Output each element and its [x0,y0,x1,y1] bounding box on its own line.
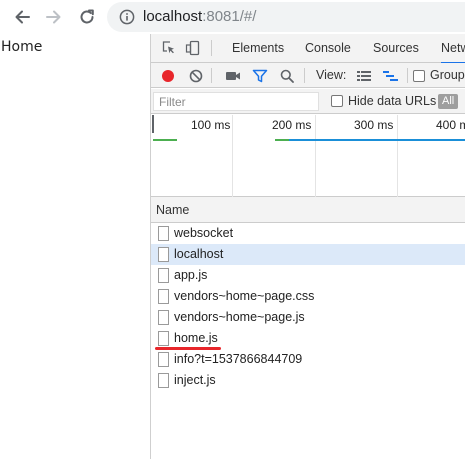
timeline-request-bar [153,139,177,141]
inspect-element-icon[interactable] [161,40,177,56]
forward-arrow-icon [46,10,61,24]
request-name: info?t=1537866844709 [174,352,303,366]
document-icon [158,247,169,262]
ctrl-separator [211,68,212,83]
timeline-request-bar [289,139,465,141]
timeline-request-bar [275,139,289,141]
devtools-tab-bar: Elements Console Sources Netw [151,34,465,64]
forward-button[interactable] [42,5,66,29]
network-filter-bar: Hide data URLs All [151,89,465,114]
large-rows-toggle[interactable] [356,68,372,84]
url-host: localhost [143,8,203,25]
record-button[interactable] [160,68,176,84]
timeline-tick-label: 400 m [436,118,465,132]
hide-data-urls-checkbox[interactable] [331,95,343,107]
request-name: inject.js [174,373,216,387]
request-name: vendors~home~page.css [174,289,315,303]
filter-field[interactable] [153,92,319,111]
document-icon [158,373,169,388]
clear-icon [189,69,203,83]
address-bar[interactable]: localhost:8081/#/ [107,2,465,32]
ctrl-separator [304,68,305,83]
timeline-start-marker [152,115,154,133]
filter-input[interactable] [154,93,318,111]
document-icon [158,226,169,241]
browser-toolbar: localhost:8081/#/ [0,0,465,34]
document-icon [158,310,169,325]
reload-icon [80,9,94,24]
filter-toggle-button[interactable] [252,68,268,84]
timeline-gridline [232,115,233,197]
network-overview-timeline: 100 ms 200 ms 300 ms 400 m [151,115,465,197]
search-button[interactable] [279,68,295,84]
url-path: :8081/#/ [202,8,257,25]
group-by-frame-checkbox[interactable] [413,70,425,82]
info-icon[interactable] [119,9,135,25]
request-row[interactable]: app.js [151,265,465,286]
waterfall-overview-toggle[interactable] [383,68,399,84]
document-icon [158,331,169,346]
tab-network[interactable]: Netw [441,34,465,64]
request-name: websocket [174,226,234,240]
filter-type-all-button[interactable]: All [438,94,459,109]
waterfall-icon [383,71,398,81]
hide-data-urls-label: Hide data URLs [348,94,437,108]
request-row[interactable]: inject.js [151,370,465,391]
request-name: localhost [174,247,224,261]
request-row[interactable]: vendors~home~page.js [151,307,465,328]
timeline-gridline [397,115,398,197]
video-camera-icon [226,72,240,80]
search-icon [280,69,294,83]
request-row[interactable]: websocket [151,223,465,244]
request-row[interactable]: vendors~home~page.css [151,286,465,307]
request-list: websocket localhost app.js vendors~home~… [151,223,465,391]
record-icon [162,70,174,82]
devtools-panel: Elements Console Sources Netw [150,34,465,459]
back-arrow-icon [15,10,30,24]
timeline-tick-label: 300 ms [354,118,394,132]
request-name: app.js [174,268,208,282]
list-view-icon [357,71,371,81]
timeline-gridline [315,115,316,197]
filter-funnel-icon [252,69,268,83]
group-by-frame-label: Group [430,68,465,82]
view-label: View: [316,68,347,82]
reload-button[interactable] [75,5,99,29]
network-control-bar: View: Group [151,63,465,88]
tab-elements[interactable]: Elements [232,34,284,63]
timeline-tick-label: 100 ms [191,118,231,132]
tab-separator [211,40,212,56]
page-content-text: Home [1,39,43,55]
page-viewport: Home [0,34,150,459]
request-row[interactable]: home.js [151,328,465,350]
timeline-tick-label: 200 ms [272,118,312,132]
request-name: home.js [174,331,218,345]
back-button[interactable] [10,5,34,29]
device-toolbar-icon[interactable] [185,40,201,56]
screenshot-capture-button[interactable] [225,68,241,84]
request-row[interactable]: localhost [151,244,465,265]
document-icon [158,289,169,304]
request-row[interactable]: info?t=1537866844709 [151,349,465,370]
name-column-header[interactable]: Name [151,197,465,223]
url-text[interactable]: localhost:8081/#/ [143,8,256,26]
document-icon [158,268,169,283]
ctrl-separator [407,68,408,83]
request-name: vendors~home~page.js [174,310,305,324]
document-icon [158,352,169,367]
tab-console[interactable]: Console [305,34,351,63]
tab-sources[interactable]: Sources [373,34,419,63]
clear-button[interactable] [188,68,204,84]
